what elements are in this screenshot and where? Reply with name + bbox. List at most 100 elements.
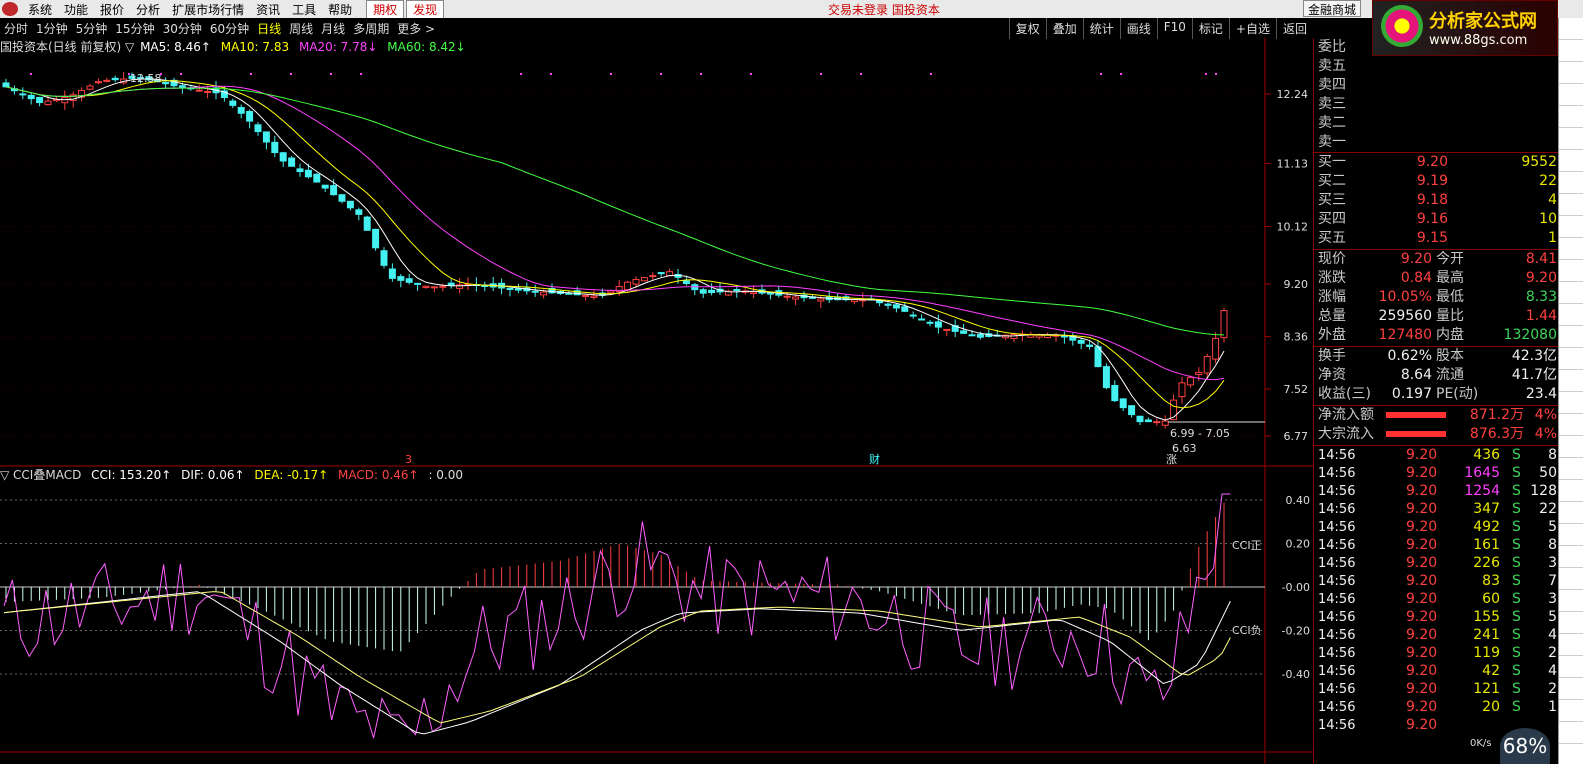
candle-body <box>733 289 741 292</box>
overlay-button[interactable]: 叠加 <box>1045 18 1083 39</box>
tab-more[interactable]: 更多 > <box>393 20 439 37</box>
candle-body <box>422 285 430 288</box>
mark-button[interactable]: 标记 <box>1191 18 1229 39</box>
tick-row: 14:56 9.20 60 S 3 <box>1318 591 1557 607</box>
signal-dot <box>360 73 362 75</box>
candle-body <box>540 291 548 296</box>
buy-row: 买四 9.16 10 <box>1318 211 1557 227</box>
tab-1min[interactable]: 1分钟 <box>32 20 72 37</box>
menu-analysis[interactable]: 分析 <box>130 1 166 18</box>
mall-button[interactable]: 金融商城 <box>1303 0 1362 17</box>
macd-histogram <box>5 502 1225 652</box>
marker-cai: 财 <box>869 452 880 466</box>
stat-row: 总量 259560 量比 1.44 <box>1318 308 1557 324</box>
candle-body <box>968 334 976 337</box>
cci-negative-label: CCI负 <box>1232 623 1262 637</box>
flower-logo-icon <box>1381 5 1423 47</box>
back-button[interactable]: 返回 <box>1275 18 1313 39</box>
marker-3: 3 <box>405 453 412 466</box>
stat-row: 涨幅 10.05% 最低 8.33 <box>1318 289 1557 305</box>
tab-weekly[interactable]: 周线 <box>285 20 317 37</box>
ma10-value: MA10: 7.83 <box>220 40 290 54</box>
candle-body <box>1102 366 1110 389</box>
tick-row: 14:56 9.20 436 S 8 <box>1318 447 1557 463</box>
flow-row: 大宗流入 876.3万 4% <box>1318 426 1557 442</box>
stats-button[interactable]: 统计 <box>1082 18 1120 39</box>
tab-daily[interactable]: 日线 <box>253 20 285 37</box>
watermark-logo: 分析家公式网 www.88gs.com <box>1372 0 1558 56</box>
tab-15min[interactable]: 15分钟 <box>111 20 158 37</box>
tab-60min[interactable]: 60分钟 <box>206 20 253 37</box>
menu-discover[interactable]: 发现 <box>406 0 445 19</box>
right-sidebar[interactable] <box>1558 18 1583 764</box>
menu-help[interactable]: 帮助 <box>322 1 358 18</box>
tab-monthly[interactable]: 月线 <box>317 20 349 37</box>
candle-body <box>338 194 346 202</box>
tab-30min[interactable]: 30分钟 <box>159 20 206 37</box>
candle-body <box>1161 420 1169 426</box>
ma5-value: MA5: 8.46↑ <box>140 40 211 54</box>
candle-body <box>1186 377 1194 386</box>
tick-row: 14:56 9.20 347 S 22 <box>1318 501 1557 517</box>
candle-body <box>892 304 900 309</box>
candle-body <box>237 107 245 114</box>
flow-row: 净流入额 871.2万 4% <box>1318 407 1557 423</box>
signal-dot <box>290 73 292 75</box>
signal-dot <box>1205 73 1207 75</box>
menu-ext-market[interactable]: 扩展市场行情 <box>166 1 250 18</box>
range-label: 6.99 - 7.05 <box>1170 427 1230 440</box>
dea-value: DEA: -0.17↑ <box>254 468 329 482</box>
tick-row: 14:56 9.20 121 S 2 <box>1318 681 1557 697</box>
candle-body <box>699 289 707 294</box>
menu-function[interactable]: 功能 <box>58 1 94 18</box>
candle-body <box>817 298 825 302</box>
candle-body <box>405 278 413 283</box>
signal-dot <box>750 73 752 75</box>
price-tick-label: 8.36 <box>1284 331 1309 344</box>
candle-body <box>607 290 615 294</box>
buy-row: 买二 9.19 22 <box>1318 173 1557 189</box>
menu-options[interactable]: 期权 <box>366 0 405 19</box>
candle-body <box>363 216 371 231</box>
sub-tick-label: 0.40 <box>1286 494 1311 507</box>
candle-body <box>1153 421 1161 424</box>
signal-dot <box>930 73 932 75</box>
tab-multi-period[interactable]: 多周期 <box>349 20 393 37</box>
menu-system[interactable]: 系统 <box>22 1 58 18</box>
candle-body <box>262 131 270 143</box>
app-logo-icon <box>2 2 18 16</box>
tab-5min[interactable]: 5分钟 <box>72 20 112 37</box>
signal-dot <box>250 73 252 75</box>
candle-body <box>909 314 917 317</box>
candle-body <box>792 296 800 300</box>
candle-body <box>229 100 237 106</box>
candle-body <box>1220 310 1228 339</box>
stock-title[interactable]: 国投资本(日线 前复权) ▽ <box>0 40 134 54</box>
candle-body <box>271 141 279 154</box>
f10-button[interactable]: F10 <box>1156 18 1192 39</box>
candle-body <box>372 228 380 249</box>
candle-body <box>94 81 102 84</box>
candle-body <box>708 289 716 294</box>
candle-body <box>44 100 52 106</box>
draw-button[interactable]: 画线 <box>1119 18 1157 39</box>
menu-info[interactable]: 资讯 <box>250 1 286 18</box>
candle-body <box>682 280 690 285</box>
candle-body <box>1144 419 1152 423</box>
adjust-button[interactable]: 复权 <box>1008 18 1046 39</box>
candle-body <box>380 250 388 266</box>
macd-value: MACD: 0.46↑ <box>338 468 419 482</box>
sell-row: 卖五 <box>1318 58 1346 74</box>
dea-line <box>3 591 1231 724</box>
candle-body <box>632 279 640 285</box>
kline-chart[interactable]: 12.24 11.13 10.12 9.20 8.36 7.52 6.77 0.40 0.20 -… <box>0 38 1313 764</box>
price-tick-label: 10.12 <box>1277 221 1309 234</box>
add-watchlist-button[interactable]: +自选 <box>1228 18 1276 39</box>
menu-quote[interactable]: 报价 <box>94 1 130 18</box>
menu-tools[interactable]: 工具 <box>286 1 322 18</box>
tab-intraday[interactable]: 分时 <box>0 20 32 37</box>
sub-indicator-title[interactable]: ▽ CCI叠MACD <box>0 468 81 482</box>
signal-dot <box>1215 73 1217 75</box>
candle-body <box>1119 398 1127 409</box>
candle-body <box>1111 385 1119 402</box>
